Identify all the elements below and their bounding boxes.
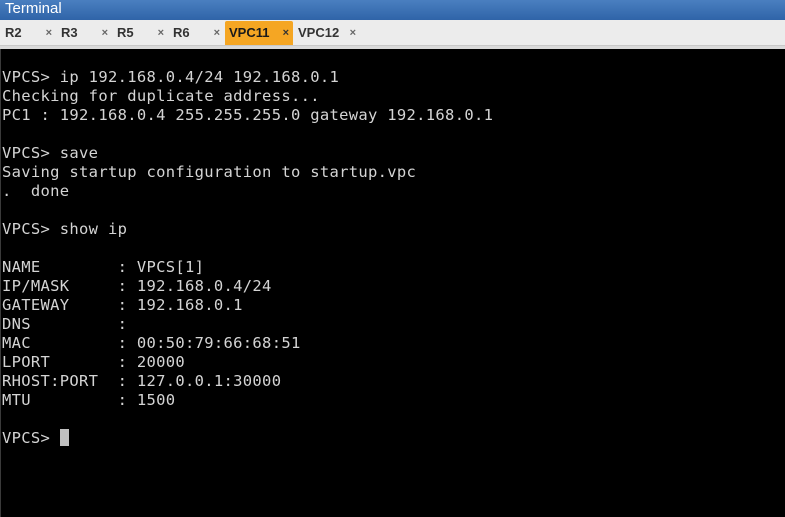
tab-label: R6 bbox=[173, 25, 190, 40]
tab-label: R2 bbox=[5, 25, 22, 40]
terminal-line: GATEWAY : 192.168.0.1 bbox=[2, 296, 243, 314]
window-title: Terminal bbox=[0, 0, 785, 20]
terminal-line: VPCS> save bbox=[2, 144, 99, 162]
terminal-line: . done bbox=[2, 182, 70, 200]
tab-vpc11[interactable]: VPC11 × bbox=[225, 20, 293, 45]
terminal-line: PC1 : 192.168.0.4 255.255.255.0 gateway … bbox=[2, 106, 494, 124]
tab-r2[interactable]: R2 × bbox=[1, 21, 56, 45]
close-icon[interactable]: × bbox=[102, 27, 108, 39]
text-cursor bbox=[59, 429, 69, 446]
tab-label: R3 bbox=[61, 25, 78, 40]
close-icon[interactable]: × bbox=[214, 27, 220, 39]
close-icon[interactable]: × bbox=[158, 27, 164, 39]
terminal-console[interactable]: VPCS> ip 192.168.0.4/24 192.168.0.1 Chec… bbox=[0, 49, 785, 517]
tab-label: R5 bbox=[117, 25, 134, 40]
terminal-window: Terminal R2 × R3 × R5 × R6 × VPC11 × VPC… bbox=[0, 0, 785, 517]
terminal-line: MTU : 1500 bbox=[2, 391, 176, 409]
terminal-line: IP/MASK : 192.168.0.4/24 bbox=[2, 277, 272, 295]
tab-vpc12[interactable]: VPC12 × bbox=[294, 21, 360, 45]
tab-r5[interactable]: R5 × bbox=[113, 21, 168, 45]
tab-label: VPC11 bbox=[229, 25, 270, 40]
terminal-line: Saving startup configuration to startup.… bbox=[2, 163, 417, 181]
prompt-line[interactable]: VPCS> bbox=[2, 429, 785, 448]
terminal-line: NAME : VPCS[1] bbox=[2, 258, 205, 276]
tab-r6[interactable]: R6 × bbox=[169, 21, 224, 45]
close-icon[interactable]: × bbox=[350, 27, 356, 39]
terminal-line: VPCS> show ip bbox=[2, 220, 128, 238]
terminal-line: Checking for duplicate address... bbox=[2, 87, 320, 105]
tab-label: VPC12 bbox=[298, 25, 340, 40]
terminal-prompt: VPCS> bbox=[2, 429, 60, 447]
terminal-line: RHOST:PORT : 127.0.0.1:30000 bbox=[2, 372, 282, 390]
close-icon[interactable]: × bbox=[283, 27, 289, 39]
terminal-line: VPCS> ip 192.168.0.4/24 192.168.0.1 bbox=[2, 68, 340, 86]
tab-r3[interactable]: R3 × bbox=[57, 21, 112, 45]
tab-bar: R2 × R3 × R5 × R6 × VPC11 × VPC12 × bbox=[0, 20, 785, 46]
terminal-line: LPORT : 20000 bbox=[2, 353, 186, 371]
terminal-line: DNS : bbox=[2, 315, 128, 333]
close-icon[interactable]: × bbox=[46, 27, 52, 39]
terminal-line: MAC : 00:50:79:66:68:51 bbox=[2, 334, 301, 352]
